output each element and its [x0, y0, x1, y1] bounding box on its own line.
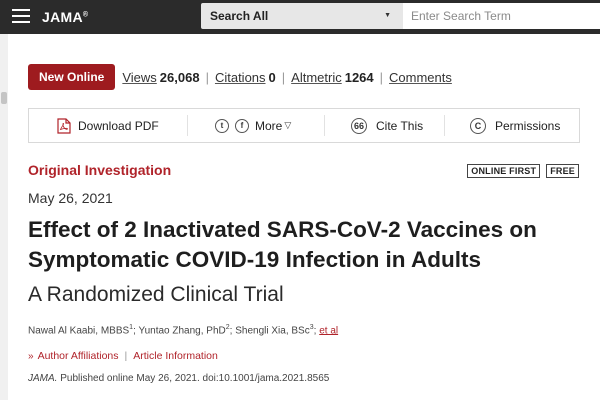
article-subtitle: A Randomized Clinical Trial [28, 283, 284, 306]
pdf-icon [57, 117, 71, 134]
cite-this-label: Cite This [376, 118, 424, 133]
publication-date: May 26, 2021 [28, 190, 113, 206]
altmetric-score: 1264 [344, 69, 374, 85]
citation-text: Published online May 26, 2021. doi:10.10… [60, 373, 330, 384]
et-al-link[interactable]: et al [319, 325, 338, 336]
author-list: Nawal Al Kaabi, MBBS1; Yuntao Zhang, PhD… [28, 324, 339, 337]
article-info-links: » Author Affiliations | Article Informat… [28, 350, 218, 362]
citations-link[interactable]: Citations [215, 70, 266, 85]
divider: | [379, 69, 384, 85]
divider [324, 115, 325, 136]
views-link[interactable]: Views [122, 70, 156, 85]
online-first-tag: ONLINE FIRST [467, 164, 541, 178]
citation-line: JAMA. Published online May 26, 2021. doi… [28, 373, 329, 384]
author-name[interactable]: Shengli Xia, BSc [235, 325, 310, 336]
triangle-down-icon: ▽ [284, 120, 292, 130]
permissions-label: Permissions [495, 118, 561, 133]
altmetric-link[interactable]: Altmetric [291, 70, 342, 85]
views-count: 26,068 [159, 69, 200, 85]
divider [444, 115, 445, 136]
author-affiliations-link[interactable]: Author Affiliations [38, 350, 119, 362]
menu-icon[interactable] [12, 9, 30, 25]
download-pdf-label: Download PDF [78, 118, 159, 133]
comments-link[interactable]: Comments [389, 70, 452, 85]
author-name[interactable]: Yuntao Zhang, PhD [138, 325, 225, 336]
twitter-icon[interactable]: t [215, 118, 229, 133]
divider [187, 115, 188, 136]
affiliation-number[interactable]: 1 [129, 324, 133, 331]
chevron-down-icon: ▼ [384, 12, 391, 19]
chevron-right-icon: » [28, 350, 34, 362]
article-toolbar: Download PDF t f More ▽ 66 Cite This C P… [28, 108, 580, 143]
more-label: More [255, 118, 283, 133]
article-metrics: New Online Views 26,068 | Citations 0 | … [28, 64, 452, 90]
divider: | [124, 350, 128, 362]
author-name[interactable]: Nawal Al Kaabi, MBBS [28, 325, 129, 336]
top-bar: JAMA® Search All ▼ [0, 0, 600, 34]
search-input[interactable] [403, 3, 600, 29]
more-share-menu[interactable]: t f More ▽ [215, 109, 291, 142]
quote-icon: 66 [351, 117, 367, 134]
divider: | [281, 69, 286, 85]
jama-logo[interactable]: JAMA® [42, 9, 88, 25]
affiliation-number[interactable]: 2 [226, 324, 230, 331]
new-online-badge: New Online [28, 64, 116, 90]
facebook-icon[interactable]: f [235, 118, 249, 133]
article-tags: ONLINE FIRST FREE [467, 164, 579, 178]
copyright-icon: C [470, 117, 486, 134]
search-scope-label: Search All [210, 9, 269, 23]
citations-count: 0 [268, 69, 276, 85]
article-title: Effect of 2 Inactivated SARS-CoV-2 Vacci… [28, 217, 537, 272]
permissions-button[interactable]: C Permissions [470, 109, 560, 142]
download-pdf-button[interactable]: Download PDF [57, 109, 159, 142]
divider: | [205, 69, 209, 85]
free-tag: FREE [546, 164, 579, 178]
affiliation-number[interactable]: 3 [310, 324, 314, 331]
article-information-link[interactable]: Article Information [133, 350, 218, 362]
cite-this-button[interactable]: 66 Cite This [351, 109, 423, 142]
scrollbar[interactable] [0, 34, 8, 400]
scrollbar-thumb[interactable] [1, 92, 7, 104]
article-type[interactable]: Original Investigation [28, 162, 171, 178]
journal-name: JAMA. [28, 373, 58, 384]
search-scope-select[interactable]: Search All ▼ [201, 3, 403, 29]
